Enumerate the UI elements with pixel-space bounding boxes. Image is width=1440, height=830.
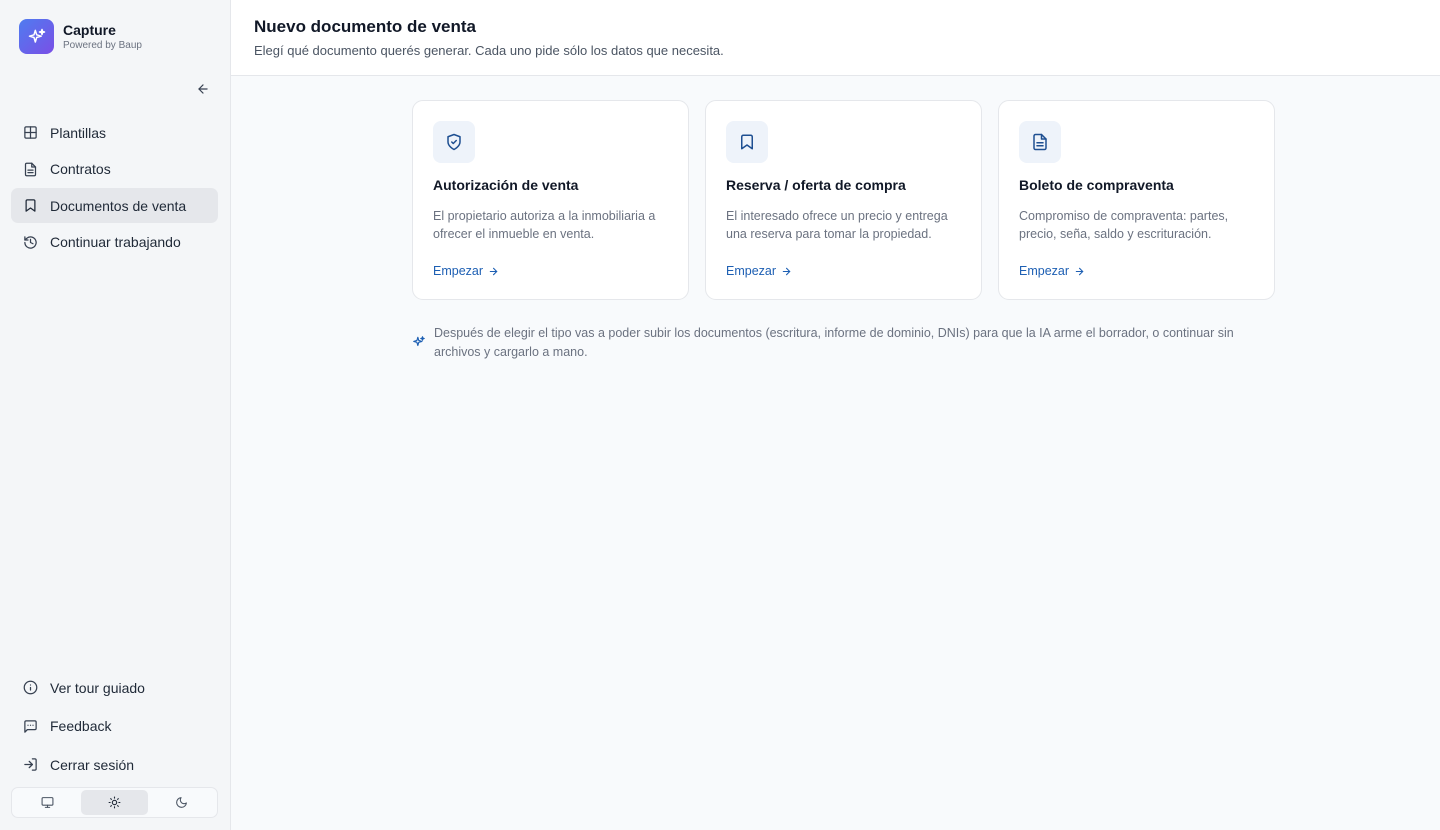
theme-toggle xyxy=(11,787,218,818)
card-description: Compromiso de compraventa: partes, preci… xyxy=(1019,209,1229,241)
file-text-icon xyxy=(24,162,37,176)
theme-light-button[interactable] xyxy=(81,790,148,815)
info-note: Después de elegir el tipo vas a poder su… xyxy=(412,324,1276,362)
sidebar: Capture Powered by Baup Plantillas Contr… xyxy=(0,0,231,830)
card-description: El propietario autoriza a la inmobiliari… xyxy=(433,209,656,241)
sun-icon xyxy=(108,796,121,809)
arrow-left-icon xyxy=(198,84,208,94)
sidebar-item-label: Feedback xyxy=(50,718,112,734)
bookmark-icon xyxy=(741,134,753,150)
start-button-label: Empezar xyxy=(726,264,777,278)
card-title: Boleto de compraventa xyxy=(1019,177,1174,193)
card-title: Reserva / oferta de compra xyxy=(726,177,906,193)
sidebar-item-contratos[interactable]: Contratos xyxy=(11,152,218,187)
info-icon xyxy=(23,680,38,695)
card-icon xyxy=(726,121,768,163)
sidebar-item-label: Documentos de venta xyxy=(50,197,187,214)
sidebar-item-label: Contratos xyxy=(50,161,111,177)
monitor-icon xyxy=(41,797,54,808)
page-title: Nuevo documento de venta xyxy=(254,17,476,36)
sparkles-icon xyxy=(28,28,45,43)
sidebar-item-label: Plantillas xyxy=(50,124,107,141)
arrow-right-icon xyxy=(782,267,791,275)
sidebar-item-label: Cerrar sesión xyxy=(50,756,135,773)
card-boleto-de-compraventa[interactable]: Boleto de compraventa Compromiso de comp… xyxy=(998,100,1275,300)
moon-icon xyxy=(176,797,187,808)
grid-icon xyxy=(24,126,37,139)
card-title: Autorización de venta xyxy=(433,177,579,193)
page-subtitle: Elegí qué documento querés generar. Cada… xyxy=(254,43,724,58)
file-text-icon xyxy=(1033,133,1047,151)
theme-system-button[interactable] xyxy=(14,790,81,815)
sidebar-item-label: Ver tour guiado xyxy=(50,679,145,696)
sidebar-item-label: Continuar trabajando xyxy=(50,234,181,250)
sparkles-icon xyxy=(413,336,425,347)
sidebar-item-plantillas[interactable]: Plantillas xyxy=(11,115,218,150)
sidebar-item-continuar-trabajando[interactable]: Continuar trabajando xyxy=(11,225,218,260)
start-button[interactable]: Empezar xyxy=(433,264,499,278)
brand-logo xyxy=(19,19,54,54)
card-description: El interesado ofrece un precio y entrega… xyxy=(726,209,948,241)
card-icon xyxy=(433,121,475,163)
sidebar-item-feedback[interactable]: Feedback xyxy=(11,709,218,744)
start-button-label: Empezar xyxy=(1019,264,1070,278)
card-icon xyxy=(1019,121,1061,163)
card-reserva-oferta-de-compra[interactable]: Reserva / oferta de compra El interesado… xyxy=(705,100,982,300)
brand[interactable]: Capture Powered by Baup xyxy=(19,19,142,54)
brand-name: Capture xyxy=(63,21,116,38)
brand-subtitle: Powered by Baup xyxy=(63,39,142,51)
message-icon xyxy=(24,719,37,733)
sidebar-nav: Plantillas Contratos Documentos de venta… xyxy=(11,115,218,261)
history-icon xyxy=(24,235,37,249)
arrow-right-icon xyxy=(1075,267,1084,275)
logout-icon xyxy=(24,758,37,771)
start-button-label: Empezar xyxy=(433,264,484,278)
sidebar-bottom-nav: Ver tour guiado Feedback Cerrar sesión xyxy=(11,670,218,786)
info-note-text: Después de elegir el tipo vas a poder su… xyxy=(434,326,1234,359)
theme-dark-button[interactable] xyxy=(148,790,215,815)
sidebar-item-tour[interactable]: Ver tour guiado xyxy=(11,670,218,705)
page-header: Nuevo documento de venta Elegí qué docum… xyxy=(231,0,1440,76)
start-button[interactable]: Empezar xyxy=(726,264,792,278)
sidebar-item-logout[interactable]: Cerrar sesión xyxy=(11,747,218,782)
arrow-right-icon xyxy=(489,267,498,275)
start-button[interactable]: Empezar xyxy=(1019,264,1085,278)
collapse-sidebar-button[interactable] xyxy=(192,78,214,100)
document-type-cards: Autorización de venta El propietario aut… xyxy=(412,100,1275,300)
bookmark-icon xyxy=(25,199,36,212)
card-autorizacion-de-venta[interactable]: Autorización de venta El propietario aut… xyxy=(412,100,689,300)
sidebar-item-documentos-de-venta[interactable]: Documentos de venta xyxy=(11,188,218,223)
shield-check-icon xyxy=(447,133,461,151)
